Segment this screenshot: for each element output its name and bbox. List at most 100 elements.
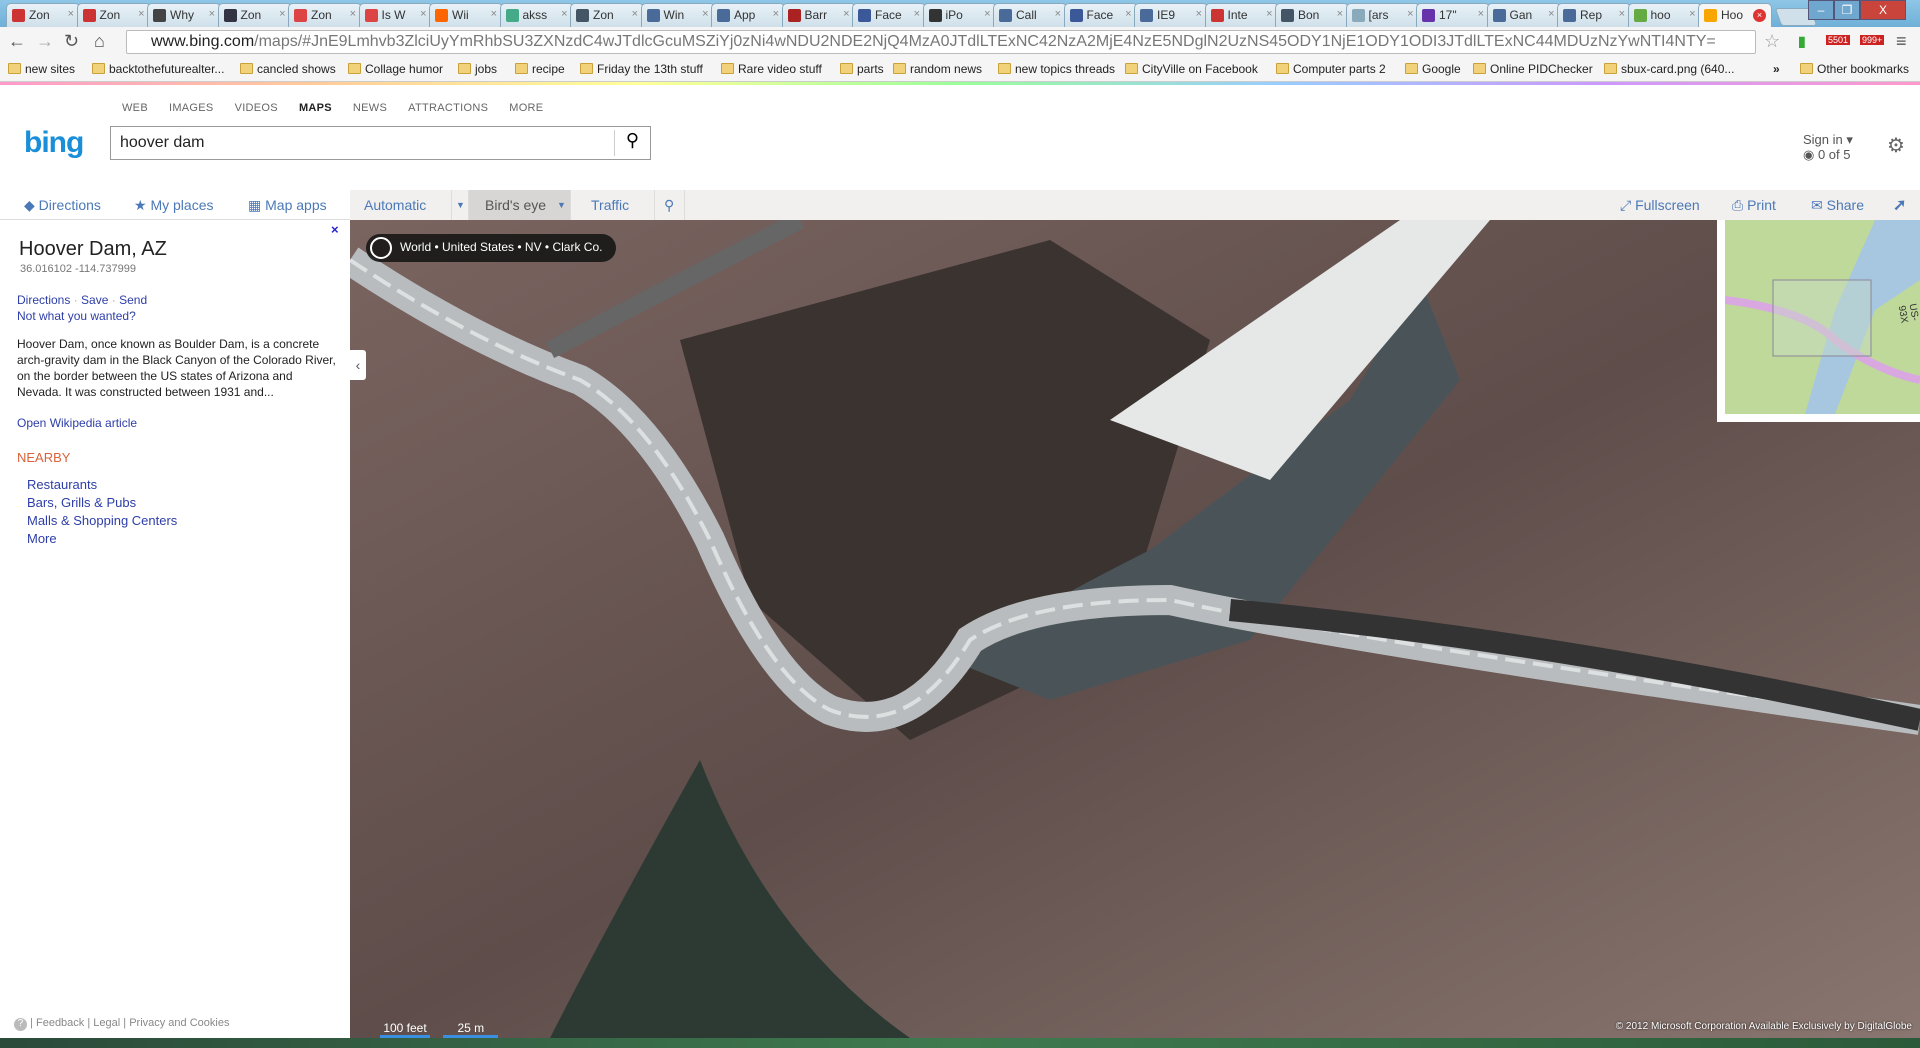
browser-tab[interactable]: Call × <box>993 3 1067 27</box>
bing-nav-attractions[interactable]: ATTRACTIONS <box>408 102 488 114</box>
close-tab-icon[interactable]: × <box>561 8 567 20</box>
privacy-link[interactable]: Privacy and Cookies <box>129 1017 229 1029</box>
bing-nav-web[interactable]: WEB <box>122 102 148 114</box>
nearby-malls[interactable]: Malls & Shopping Centers <box>27 512 177 530</box>
other-bookmarks[interactable]: Other bookmarks <box>1800 62 1909 76</box>
bookmark-item[interactable]: CityVille on Facebook <box>1125 62 1258 76</box>
close-tab-icon[interactable]: × <box>1478 8 1484 20</box>
bookmark-item[interactable]: new sites <box>8 62 75 76</box>
legal-link[interactable]: Legal <box>93 1017 120 1029</box>
bookmark-item[interactable]: jobs <box>458 62 497 76</box>
close-tab-icon[interactable]: × <box>209 8 215 20</box>
browser-tab[interactable]: App × <box>711 3 785 27</box>
bing-nav-images[interactable]: IMAGES <box>169 102 214 114</box>
send-link[interactable]: Send <box>119 293 147 307</box>
close-tab-icon[interactable]: × <box>843 8 849 20</box>
browser-tab[interactable]: Zon × <box>217 3 292 27</box>
directions-button[interactable]: ◆ Directions <box>24 197 101 214</box>
bing-nav-more[interactable]: MORE <box>509 102 543 114</box>
print-button[interactable]: ⎙ Print <box>1732 197 1776 214</box>
browser-tab[interactable]: Win × <box>640 3 715 27</box>
browser-tab[interactable]: Bon × <box>1275 3 1349 27</box>
bookmark-item[interactable]: sbux-card.png (640... <box>1604 62 1734 76</box>
s-extension-badge[interactable]: 999+ <box>1860 35 1885 45</box>
collapse-panel-button[interactable]: ‹ <box>350 350 366 380</box>
close-tab-icon[interactable]: × <box>138 8 144 20</box>
browser-tab[interactable]: Why × <box>147 3 221 27</box>
bookmark-item[interactable]: new topics threads <box>998 62 1115 76</box>
bookmark-item[interactable]: Google <box>1405 62 1461 76</box>
close-tab-icon[interactable]: × <box>350 8 356 20</box>
nearby-more[interactable]: More <box>27 530 177 548</box>
close-tab-icon[interactable]: × <box>1619 8 1625 20</box>
bookmark-item[interactable]: Rare video stuff <box>721 62 822 76</box>
search-input[interactable]: hoover dam <box>120 134 205 152</box>
search-icon[interactable]: ⚲ <box>614 130 650 156</box>
wikipedia-link[interactable]: Open Wikipedia article <box>17 416 137 430</box>
my-places-button[interactable]: ★ My places <box>134 197 213 214</box>
bing-logo[interactable]: bing <box>24 126 84 160</box>
menu-icon[interactable]: ≡ <box>1896 31 1907 52</box>
home-button[interactable]: ⌂ <box>94 31 105 52</box>
browser-tab[interactable]: Wii × <box>429 3 503 27</box>
browser-tab[interactable]: Barr × <box>781 3 856 27</box>
save-link[interactable]: Save <box>81 293 108 307</box>
bookmark-item[interactable]: random news <box>893 62 982 76</box>
browser-tab[interactable]: Face × <box>1063 3 1138 27</box>
fullscreen-button[interactable]: ⤢ Fullscreen <box>1620 197 1700 214</box>
close-tab-icon[interactable]: × <box>1125 8 1131 20</box>
automatic-dropdown[interactable]: ▼ <box>452 190 469 220</box>
browser-tab[interactable]: hoo × <box>1627 3 1702 27</box>
close-tab-icon[interactable]: × <box>1548 8 1554 20</box>
bookmarks-overflow[interactable]: » <box>1773 62 1780 76</box>
nearby-bars[interactable]: Bars, Grills & Pubs <box>27 494 177 512</box>
automatic-view-button[interactable]: Automatic <box>350 190 452 220</box>
browser-tab[interactable]: Zon × <box>570 3 644 27</box>
browser-tab[interactable]: akss × <box>499 3 574 27</box>
bookmark-item[interactable]: Online PIDChecker <box>1473 62 1593 76</box>
back-button[interactable]: ← <box>8 31 26 52</box>
map-apps-button[interactable]: ▦ Map apps <box>248 197 327 214</box>
nearby-restaurants[interactable]: Restaurants <box>27 476 177 494</box>
close-tab-icon[interactable]: × <box>1266 8 1272 20</box>
close-tab-icon[interactable]: × <box>1055 8 1061 20</box>
feedback-link[interactable]: Feedback <box>36 1017 84 1029</box>
bookmark-item[interactable]: Computer parts 2 <box>1276 62 1386 76</box>
browser-tab[interactable]: Rep × <box>1557 3 1631 27</box>
browser-tab[interactable]: iPo × <box>922 3 997 27</box>
browser-tab[interactable]: Zon × <box>6 3 80 27</box>
help-icon[interactable]: ? <box>14 1018 27 1031</box>
forward-button[interactable]: → <box>36 31 54 52</box>
windows-taskbar[interactable] <box>0 1038 1920 1048</box>
restore-button[interactable]: ❐ <box>1834 0 1860 20</box>
gear-icon[interactable]: ⚙ <box>1887 133 1905 158</box>
close-window-button[interactable]: X <box>1860 0 1906 20</box>
bookmark-item[interactable]: backtothefuturealter... <box>92 62 224 76</box>
bookmark-item[interactable]: cancled shows <box>240 62 336 76</box>
browser-tab[interactable]: 17" × <box>1416 3 1490 27</box>
search-box[interactable]: hoover dam ⚲ <box>110 126 651 160</box>
minimize-button[interactable]: – <box>1808 0 1834 20</box>
close-tab-icon[interactable]: × <box>1407 8 1413 20</box>
close-tab-icon[interactable]: × <box>984 8 990 20</box>
close-tab-icon[interactable]: × <box>702 8 708 20</box>
close-tab-icon[interactable]: × <box>1337 8 1343 20</box>
pop-out-arrow-icon[interactable]: ➚ <box>1893 195 1906 215</box>
location-breadcrumb[interactable]: World • United States • NV • Clark Co. <box>366 234 617 262</box>
bookmark-item[interactable]: parts <box>840 62 884 76</box>
not-what-you-wanted-link[interactable]: Not what you wanted? <box>17 309 136 323</box>
bookmark-item[interactable]: Friday the 13th stuff <box>580 62 703 76</box>
browser-tab[interactable]: Zon × <box>288 3 362 27</box>
close-panel-icon[interactable]: × <box>331 222 339 237</box>
browser-tab[interactable]: Zon × <box>76 3 151 27</box>
close-tab-icon[interactable]: × <box>420 8 426 20</box>
close-tab-icon[interactable]: × <box>914 8 920 20</box>
sign-in-label[interactable]: Sign in ▾ <box>1803 132 1853 147</box>
browser-tab[interactable]: Face × <box>852 3 926 27</box>
close-tab-icon[interactable]: × <box>1196 8 1202 20</box>
browser-tab[interactable]: [ars × <box>1345 3 1420 27</box>
gmail-extension-badge[interactable]: 5501 <box>1826 35 1851 45</box>
birds-eye-dropdown[interactable]: ▼ <box>552 190 571 220</box>
map-view[interactable]: World • United States • NV • Clark Co. ‹… <box>350 220 1920 1038</box>
share-button[interactable]: ✉ Share <box>1811 197 1864 214</box>
